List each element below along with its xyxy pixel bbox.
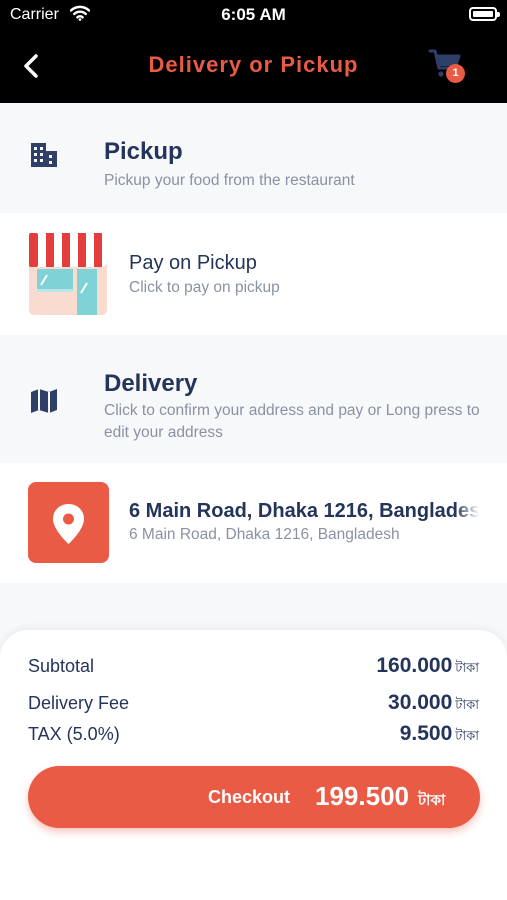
checkout-amount: 199.500 (315, 781, 409, 811)
delivery-subtitle: Click to confirm your address and pay or… (104, 402, 480, 441)
address-title: 6 Main Road, Dhaka 1216, Bangladesh (129, 500, 479, 523)
clock: 6:05 AM (221, 5, 286, 24)
tax-row: TAX (5.0%) 9.500 টাকা (28, 722, 479, 748)
subtotal-value: 160.000 টাকা (376, 654, 479, 680)
subtotal-currency: টাকা (455, 660, 479, 675)
pay-on-pickup-title: Pay on Pickup (129, 252, 257, 274)
storefront-icon (29, 233, 107, 315)
pay-on-pickup-option[interactable]: Pay on Pickup Click to pay on pickup (0, 213, 507, 335)
checkout-currency: টাকা (418, 792, 446, 809)
tax-amount: 9.500 (399, 722, 453, 745)
subtotal-row: Subtotal 160.000 টাকা (28, 654, 479, 680)
pickup-subtitle: Pickup your food from the restaurant (104, 172, 355, 189)
building-icon (31, 143, 57, 167)
cart-button[interactable]: 1 (428, 46, 470, 86)
tax-value: 9.500 টাকা (400, 722, 479, 748)
address-icon-box (28, 482, 109, 563)
status-bar: Carrier 6:05 AM (0, 0, 507, 30)
subtotal-amount: 160.000 (376, 654, 453, 677)
tax-label: TAX (5.0%) (28, 724, 120, 744)
pickup-title: Pickup (104, 138, 183, 165)
checkout-button[interactable]: Checkout 199.500 টাকা (28, 766, 480, 828)
delivery-title: Delivery (104, 370, 198, 397)
battery-icon (469, 7, 500, 21)
delivery-fee-amount: 30.000 (388, 691, 453, 714)
checkout-label: Checkout (208, 787, 291, 807)
delivery-section-header: Delivery Click to confirm your address a… (0, 335, 507, 463)
delivery-fee-value: 30.000 টাকা (388, 691, 479, 717)
delivery-address-option[interactable]: 6 Main Road, Dhaka 1216, Bangladesh 6 Ma… (0, 463, 507, 583)
map-icon (31, 389, 57, 413)
order-summary: Subtotal 160.000 টাকা Delivery Fee 30.000… (0, 630, 507, 900)
tax-currency: টাকা (455, 728, 479, 743)
address-subtitle: 6 Main Road, Dhaka 1216, Bangladesh (129, 526, 400, 543)
pay-on-pickup-subtitle: Click to pay on pickup (129, 279, 280, 296)
delivery-fee-currency: টাকা (455, 697, 479, 712)
location-pin-icon (53, 504, 84, 544)
pickup-section-header: Pickup Pickup your food from the restaur… (0, 103, 507, 213)
delivery-fee-label: Delivery Fee (28, 693, 130, 713)
delivery-fee-row: Delivery Fee 30.000 টাকা (28, 691, 479, 717)
nav-bar: Delivery or Pickup 1 (0, 30, 507, 103)
subtotal-label: Subtotal (28, 656, 95, 676)
cart-count-badge: 1 (446, 64, 465, 83)
